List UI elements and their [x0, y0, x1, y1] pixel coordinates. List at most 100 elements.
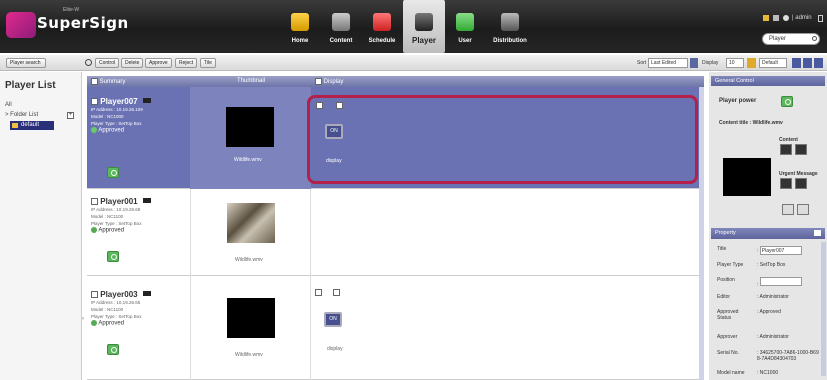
collapse-left-icon[interactable]: ‹ [82, 316, 86, 324]
prop-title: Title: Player007 [717, 246, 802, 255]
grid-scrollbar[interactable] [699, 87, 704, 380]
chevron-down-icon[interactable] [814, 230, 821, 236]
player-name[interactable]: Player001 [91, 197, 191, 206]
preview-screen [723, 158, 771, 196]
grid-view-icon[interactable] [814, 58, 823, 68]
approved-icon [91, 127, 97, 133]
reject-button[interactable]: Reject [175, 58, 198, 68]
tree-folder-default[interactable]: default [10, 121, 54, 130]
player-search-button[interactable]: Player search [6, 58, 46, 68]
tree-all[interactable]: All [5, 102, 12, 108]
approved-status: Approved [91, 320, 191, 328]
urgent-stop-button[interactable] [795, 178, 807, 189]
title-input[interactable]: Player007 [759, 246, 802, 255]
table-row[interactable]: Player001 IP Address : 10.19.26.69 Model… [87, 189, 704, 276]
nav-player[interactable]: Player [403, 0, 445, 53]
prop-player-type: Player Type: SetTop Box [717, 262, 786, 268]
display-checkbox-2[interactable] [336, 102, 343, 109]
approved-status: Approved [91, 227, 191, 235]
table-row[interactable]: Player003 IP Address : 10.19.26.65 Model… [87, 276, 704, 380]
power-button[interactable] [107, 251, 119, 262]
home-icon [291, 13, 309, 31]
player-name[interactable]: Player007 [91, 97, 191, 106]
content-title: Content title : Wildlife.wmv [719, 120, 783, 126]
nav-user[interactable]: User [446, 0, 484, 53]
search-icon[interactable] [812, 36, 817, 41]
refresh-icon[interactable] [85, 59, 92, 66]
row-summary: Player007 IP Address : 10.19.26.109 Mode… [91, 97, 191, 135]
display-checkbox[interactable] [315, 289, 322, 296]
thumbnail-image[interactable] [226, 107, 274, 147]
zoom-icon[interactable] [782, 204, 794, 215]
header-thumbnail: Thumbnail [237, 78, 266, 84]
player-name[interactable]: Player003 [91, 290, 191, 299]
user-name: | admin [792, 15, 812, 21]
display-checkbox-2[interactable] [333, 289, 340, 296]
header-display: Display [315, 78, 343, 85]
nav-schedule[interactable]: Schedule [363, 0, 401, 53]
select-all-checkbox[interactable] [91, 78, 98, 85]
sort-select[interactable]: Last Edited [648, 58, 688, 68]
display-on-button[interactable]: ON [324, 312, 342, 327]
urgent-message-label: Urgent Message [779, 171, 818, 177]
logout-icon[interactable] [818, 15, 823, 22]
header-summary[interactable]: Summary [91, 78, 125, 85]
row-checkbox[interactable] [91, 291, 98, 299]
display-count-select[interactable]: 10 [726, 58, 744, 68]
tile-button[interactable]: Tile [200, 58, 216, 68]
nav-content[interactable]: Content [322, 0, 360, 53]
add-folder-icon[interactable]: + [67, 112, 74, 119]
tool-icon[interactable] [763, 15, 769, 21]
display-icon[interactable] [747, 58, 756, 68]
player-list-panel: Player List All > Folder List + default [0, 72, 82, 380]
print-icon[interactable] [773, 15, 779, 21]
app-logo-subtext: Elite-W [63, 7, 80, 13]
thumbnail-image[interactable] [227, 298, 275, 338]
thumbnail-image[interactable] [227, 203, 275, 243]
device-icon [143, 198, 151, 203]
row-checkbox[interactable] [91, 98, 98, 106]
nav-home[interactable]: Home [281, 0, 319, 53]
property-header: Property [711, 228, 825, 239]
sort-label: Sort [637, 60, 647, 66]
content-play-button[interactable] [780, 144, 792, 155]
prop-position: Position: [717, 277, 802, 288]
display-label: Display [702, 60, 719, 66]
tree-folder-list[interactable]: > Folder List [5, 112, 38, 118]
device-icon [143, 98, 151, 103]
display-on-button[interactable]: ON [325, 124, 343, 139]
detail-view-icon[interactable] [803, 58, 812, 68]
capture-icon[interactable] [797, 204, 809, 215]
app-logo-text: SuperSign [37, 14, 129, 32]
power-button[interactable] [107, 344, 119, 355]
list-view-icon[interactable] [792, 58, 801, 68]
thumbnail-cell: Wildlife.wmv [190, 276, 311, 380]
content-stop-button[interactable] [795, 144, 807, 155]
display-checkbox[interactable] [316, 102, 323, 109]
toolbar: Player search Control Delete Approve Rej… [0, 55, 827, 71]
control-button[interactable]: Control [95, 58, 120, 68]
display-mode-select[interactable]: Default [759, 58, 787, 68]
position-input[interactable] [759, 277, 802, 286]
prop-serial-no: Serial No.: 34625700-7A86-1000-B698-7A4D… [717, 350, 819, 362]
calendar-icon [373, 13, 391, 31]
approved-icon [91, 320, 97, 326]
top-bar: SuperSign Elite-W Home Content Schedule … [0, 0, 827, 53]
user-icon [456, 13, 474, 31]
row-summary: Player001 IP Address : 10.19.26.69 Model… [91, 197, 191, 235]
approve-button[interactable]: Approve [145, 58, 172, 68]
display-all-checkbox[interactable] [315, 78, 322, 85]
display-highlight-box: ON display [307, 95, 698, 184]
property-scrollbar[interactable] [821, 242, 826, 376]
approved-status: Approved [91, 127, 191, 135]
sort-direction-icon[interactable] [690, 58, 698, 68]
distribution-icon [501, 13, 519, 31]
content-icon [332, 13, 350, 31]
delete-button[interactable]: Delete [121, 58, 144, 68]
player-power-button[interactable] [781, 96, 793, 107]
nav-distribution[interactable]: Distribution [488, 0, 532, 53]
row-checkbox[interactable] [91, 198, 98, 206]
power-button[interactable] [107, 167, 119, 178]
urgent-play-button[interactable] [780, 178, 792, 189]
gear-icon[interactable] [783, 15, 789, 21]
